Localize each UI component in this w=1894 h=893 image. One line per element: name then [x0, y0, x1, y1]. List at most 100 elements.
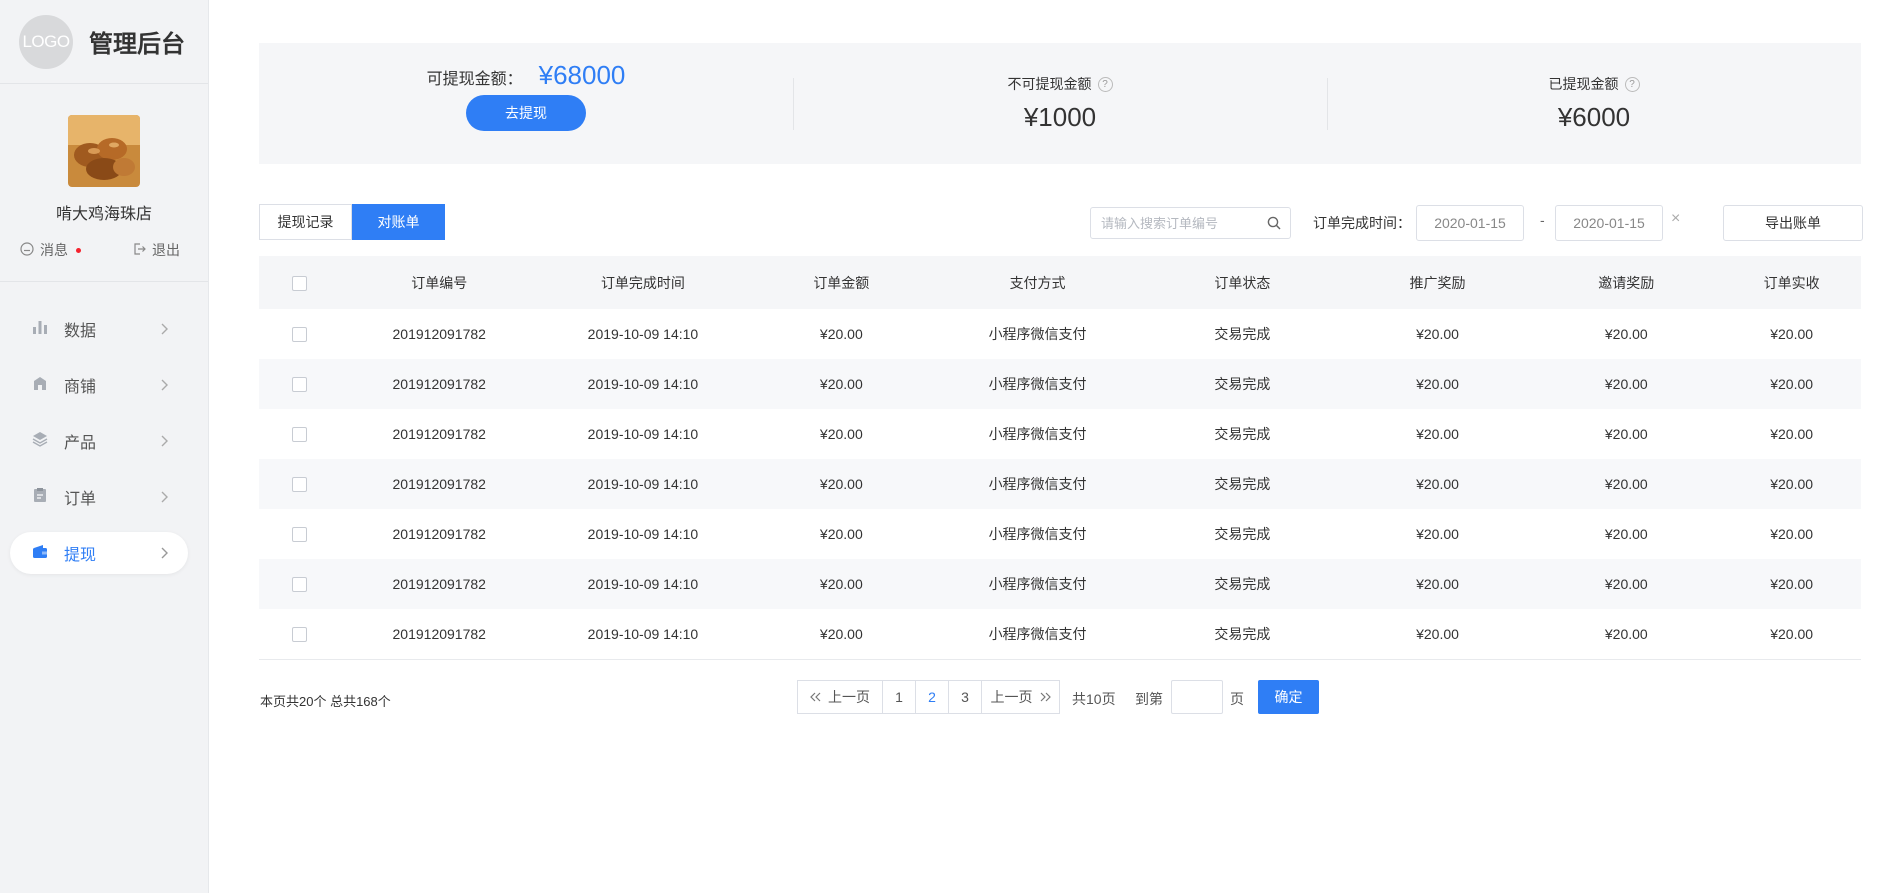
chevron-right-icon [160, 322, 168, 340]
order-number: 201912091782 [392, 426, 486, 442]
chevron-right-icon [160, 490, 168, 508]
profile-actions: 消息 退出 [0, 240, 208, 260]
table-row: 201912091782 2019-10-09 14:10 ¥20.00 小程序… [259, 309, 1861, 359]
clear-date-icon[interactable]: × [1671, 210, 1680, 228]
date-separator: - [1540, 212, 1545, 228]
page-number-2[interactable]: 2 [915, 679, 949, 714]
row-select-cell [259, 409, 340, 459]
order-status: 交易完成 [1214, 526, 1271, 542]
column-header: 支付方式 [1009, 274, 1066, 291]
invite-reward: ¥20.00 [1604, 476, 1648, 492]
help-icon[interactable]: ? [1624, 76, 1640, 92]
table-footer: 本页共20个 总共168个 上一页 1 2 3 上一页 共10页 到第 页 确定 [259, 679, 1861, 714]
search-input[interactable] [1101, 215, 1266, 231]
start-date-input[interactable]: 2020-01-15 [1416, 205, 1524, 241]
row-checkbox[interactable] [292, 577, 308, 593]
shop-avatar [68, 115, 140, 187]
order-number: 201912091782 [392, 526, 486, 542]
promotion-reward: ¥20.00 [1416, 526, 1459, 542]
sidebar-item-label: 提现 [64, 547, 97, 564]
next-page-label: 上一页 [990, 688, 1033, 705]
promotion-reward: ¥20.00 [1416, 426, 1459, 442]
column-header: 推广奖励 [1409, 274, 1466, 291]
completed-time: 2019-10-09 14:10 [587, 326, 699, 342]
sidebar-item-withdraw[interactable]: 提现 [10, 532, 188, 574]
withdrawn-balance: 已提现金额 ? ¥6000 [1327, 76, 1861, 132]
shop-profile: 啃大鸡海珠店 消息 退出 [0, 84, 208, 282]
prev-page-label: 上一页 [828, 688, 870, 705]
search-icon[interactable] [1267, 216, 1281, 233]
row-select-cell [259, 459, 340, 509]
goto-page-input[interactable] [1171, 679, 1223, 714]
chevron-right-icon [160, 546, 168, 564]
row-checkbox[interactable] [292, 477, 308, 493]
row-select-cell [259, 309, 340, 359]
table-row: 201912091782 2019-10-09 14:10 ¥20.00 小程序… [259, 359, 1861, 409]
sidebar-item-data[interactable]: 数据 [10, 308, 188, 350]
next-page-button[interactable]: 上一页 [981, 679, 1060, 714]
order-amount: ¥20.00 [819, 625, 863, 642]
column-header: 订单编号 [411, 274, 468, 291]
select-all-checkbox[interactable] [292, 275, 308, 291]
invite-reward: ¥20.00 [1604, 426, 1648, 442]
table-row: 201912091782 2019-10-09 14:10 ¥20.00 小程序… [259, 509, 1861, 559]
export-statement-button[interactable]: 导出账单 [1723, 205, 1863, 241]
sidebar-item-label: 产品 [64, 435, 97, 452]
table-header-row: 订单编号 订单完成时间 订单金额 支付方式 订单状态 推广奖励 邀请奖励 订单实… [259, 256, 1861, 309]
order-search [1090, 207, 1291, 239]
payment-method: 小程序微信支付 [988, 625, 1087, 642]
tab-statement[interactable]: 对账单 [352, 204, 445, 240]
double-chevron-right-icon [1039, 689, 1051, 705]
help-icon[interactable]: ? [1097, 76, 1113, 92]
record-count: 本页共20个 总共168个 [260, 693, 391, 709]
logout-link[interactable]: 退出 [132, 240, 180, 260]
row-checkbox[interactable] [292, 427, 308, 443]
app-title: 管理后台 [89, 31, 185, 58]
row-checkbox[interactable] [292, 527, 308, 543]
logo: LOGO [19, 14, 73, 69]
row-checkbox[interactable] [292, 627, 308, 643]
payment-method: 小程序微信支付 [988, 376, 1087, 392]
sidebar-item-products[interactable]: 产品 [10, 420, 188, 462]
sidebar-item-orders[interactable]: 订单 [10, 476, 188, 518]
withdrawn-value: ¥6000 [1557, 102, 1631, 132]
page-number-3[interactable]: 3 [948, 679, 982, 714]
row-checkbox[interactable] [292, 327, 308, 343]
invite-reward: ¥20.00 [1604, 526, 1648, 542]
available-balance: 可提现金额： ¥68000 去提现 [259, 60, 793, 131]
invite-reward: ¥20.00 [1604, 326, 1648, 342]
order-status: 交易完成 [1214, 326, 1271, 342]
row-select-cell [259, 359, 340, 409]
row-checkbox[interactable] [292, 377, 308, 393]
tab-withdraw-records[interactable]: 提现记录 [259, 204, 352, 240]
layers-icon [32, 431, 48, 452]
messages-link[interactable]: 消息 [20, 240, 81, 260]
order-amount: ¥20.00 [819, 376, 863, 392]
sidebar-item-shop[interactable]: 商铺 [10, 364, 188, 406]
completed-time: 2019-10-09 14:10 [587, 476, 699, 492]
table-row: 201912091782 2019-10-09 14:10 ¥20.00 小程序… [259, 409, 1861, 459]
withdrawn-label: 已提现金额 [1548, 76, 1619, 92]
invite-reward: ¥20.00 [1604, 376, 1648, 392]
order-number: 201912091782 [392, 326, 486, 342]
order-amount: ¥20.00 [819, 426, 863, 442]
net-received: ¥20.00 [1770, 576, 1814, 592]
net-received: ¥20.00 [1770, 326, 1814, 342]
order-number: 201912091782 [392, 476, 486, 492]
available-value: ¥68000 [538, 60, 626, 90]
wallet-icon [32, 543, 48, 564]
page-number-1[interactable]: 1 [882, 679, 916, 714]
prev-page-button[interactable]: 上一页 [797, 679, 883, 714]
total-pages: 共10页 [1072, 690, 1116, 707]
promotion-reward: ¥20.00 [1416, 476, 1459, 492]
payment-method: 小程序微信支付 [988, 426, 1087, 442]
date-filter-label: 订单完成时间： [1313, 215, 1411, 231]
goto-confirm-button[interactable]: 确定 [1258, 679, 1319, 714]
withdraw-button[interactable]: 去提现 [466, 95, 586, 131]
sidebar-item-label: 数据 [64, 323, 97, 340]
column-header: 邀请奖励 [1598, 274, 1655, 291]
net-received: ¥20.00 [1770, 625, 1814, 642]
payment-method: 小程序微信支付 [988, 476, 1087, 492]
column-header: 订单实收 [1763, 274, 1820, 291]
end-date-input[interactable]: 2020-01-15 [1555, 205, 1663, 241]
